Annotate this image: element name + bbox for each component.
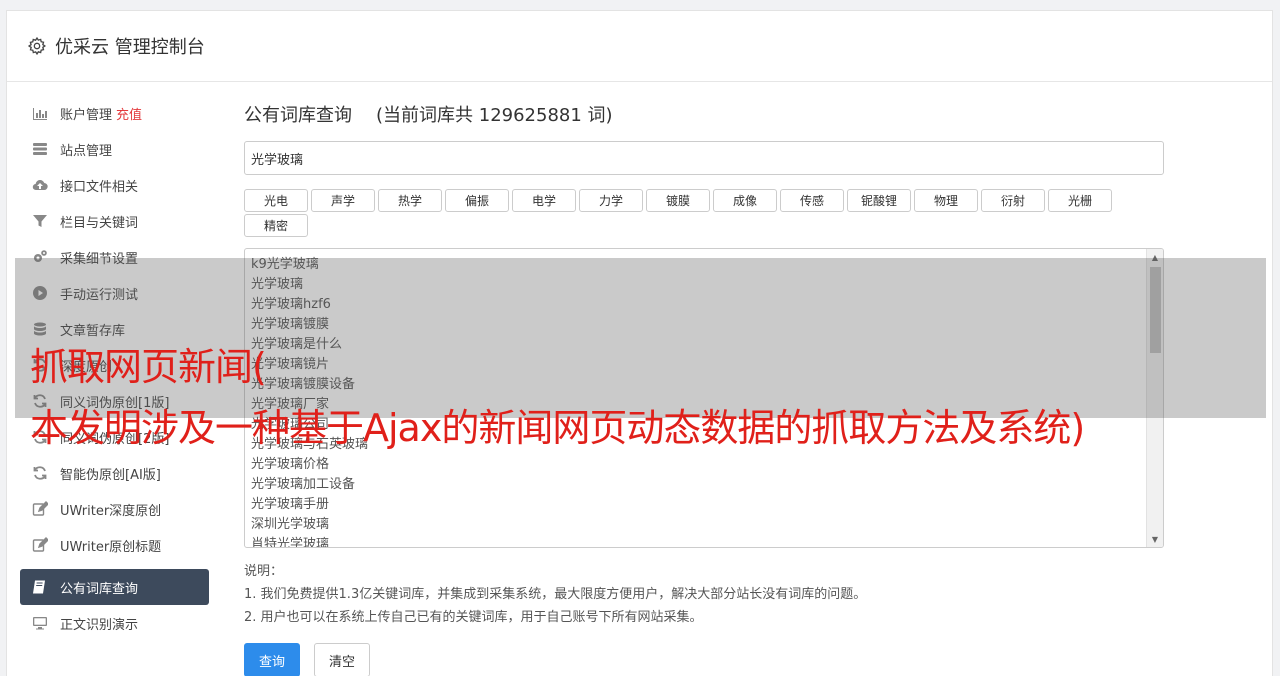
cloud-upload-icon <box>32 177 48 193</box>
monitor-icon <box>32 615 48 631</box>
sidebar-item-label: 接口文件相关 <box>60 179 139 195</box>
clear-button[interactable]: 清空 <box>314 643 371 676</box>
category-tag-button[interactable]: 传感 <box>780 189 844 212</box>
category-tag-button[interactable]: 光栅 <box>1048 189 1112 212</box>
action-buttons: 查询 清空 <box>244 643 1164 676</box>
result-item[interactable]: 肖特光学玻璃 <box>251 535 1157 547</box>
sidebar-item-1[interactable]: 账户管理 充值 <box>20 95 209 131</box>
category-tag-button[interactable]: 光电 <box>244 189 308 212</box>
result-item[interactable]: 光学玻璃手册 <box>251 495 1157 515</box>
sidebar-item-3[interactable]: 接口文件相关 <box>20 167 209 203</box>
book-icon <box>32 579 48 595</box>
sidebar-item-label: 公有词库查询 <box>60 581 139 597</box>
result-item[interactable]: 光学玻璃加工设备 <box>251 475 1157 495</box>
sidebar-item-label: 智能伪原创[AI版] <box>60 467 161 483</box>
category-tag-button[interactable]: 热学 <box>378 189 442 212</box>
notes-title: 说明： <box>244 564 284 579</box>
sidebar-item-13[interactable]: UWriter原创标题 <box>20 527 209 563</box>
server-icon <box>32 141 48 157</box>
result-item[interactable]: 深圳光学玻璃 <box>251 515 1157 535</box>
category-tag-button[interactable]: 铌酸锂 <box>847 189 911 212</box>
category-tag-button[interactable]: 物理 <box>914 189 978 212</box>
keyword-input[interactable]: 光学玻璃 <box>244 141 1164 175</box>
sidebar-item-label: 正文识别演示 <box>60 617 139 633</box>
category-tag-button[interactable]: 成像 <box>713 189 777 212</box>
query-button[interactable]: 查询 <box>244 643 301 676</box>
sidebar-item-11[interactable]: 智能伪原创[AI版] <box>20 455 209 491</box>
sidebar-item-2[interactable]: 站点管理 <box>20 131 209 167</box>
category-tag-button[interactable]: 精密 <box>244 214 308 237</box>
console-title: 优采云 管理控制台 <box>55 37 205 58</box>
scroll-down-arrow-icon[interactable]: ▼ <box>1147 531 1163 547</box>
top-bar: 优采云 管理控制台 <box>7 11 1272 82</box>
sidebar-item-label: UWriter深度原创 <box>60 503 162 519</box>
sidebar-item-label: 站点管理 <box>60 143 113 159</box>
sidebar-item-label: UWriter原创标题 <box>60 539 162 555</box>
category-tags: 光电 声学 热学 偏振 电学 力学 镀膜 成像 传感 铌酸锂 物理 衍射 光栅精密 <box>244 189 1124 239</box>
edit-icon <box>32 501 48 517</box>
category-tag-button[interactable]: 衍射 <box>981 189 1045 212</box>
note-line-2: 2. 用户也可以在系统上传自己已有的关键词库，用于自己账号下所有网站采集。 <box>244 610 703 625</box>
category-tag-button[interactable]: 声学 <box>311 189 375 212</box>
category-tag-button[interactable]: 力学 <box>579 189 643 212</box>
bar-chart-icon <box>32 105 48 121</box>
page-heading-text: 公有词库查询 <box>244 105 352 126</box>
note-line-1: 1. 我们免费提供1.3亿关键词库，并集成到采集系统，最大限度方便用户，解决大部… <box>244 587 867 602</box>
word-count-text: (当前词库共 129625881 词) <box>376 105 613 126</box>
result-item[interactable]: 光学玻璃价格 <box>251 455 1157 475</box>
overlay-title-line-2: 本发明涉及一种基于Ajax的新闻网页动态数据的抓取方法及系统) <box>30 406 1085 450</box>
category-tag-button[interactable]: 电学 <box>512 189 576 212</box>
overlay-title-line-1: 抓取网页新闻( <box>30 345 267 389</box>
sidebar-item-4[interactable]: 栏目与关键词 <box>20 203 209 239</box>
sidebar-item-label: 栏目与关键词 <box>60 215 139 231</box>
page-title: 公有词库查询 (当前词库共 129625881 词) <box>244 95 1164 133</box>
refresh-icon <box>32 465 48 481</box>
category-tag-button[interactable]: 镀膜 <box>646 189 710 212</box>
recharge-link[interactable]: 充值 <box>116 104 142 123</box>
gear-icon <box>27 36 47 56</box>
sidebar-item-15[interactable]: 正文识别演示 <box>20 605 209 641</box>
edit-icon <box>32 537 48 553</box>
overlay-band <box>15 258 1266 418</box>
sidebar-item-14[interactable]: 公有词库查询 <box>20 569 209 605</box>
sidebar-item-label: 账户管理 <box>60 107 113 123</box>
notes: 说明： 1. 我们免费提供1.3亿关键词库，并集成到采集系统，最大限度方便用户，… <box>244 560 1164 629</box>
filter-icon <box>32 213 48 229</box>
keyword-input-value: 光学玻璃 <box>251 152 304 168</box>
category-tag-button[interactable]: 偏振 <box>445 189 509 212</box>
sidebar-item-12[interactable]: UWriter深度原创 <box>20 491 209 527</box>
